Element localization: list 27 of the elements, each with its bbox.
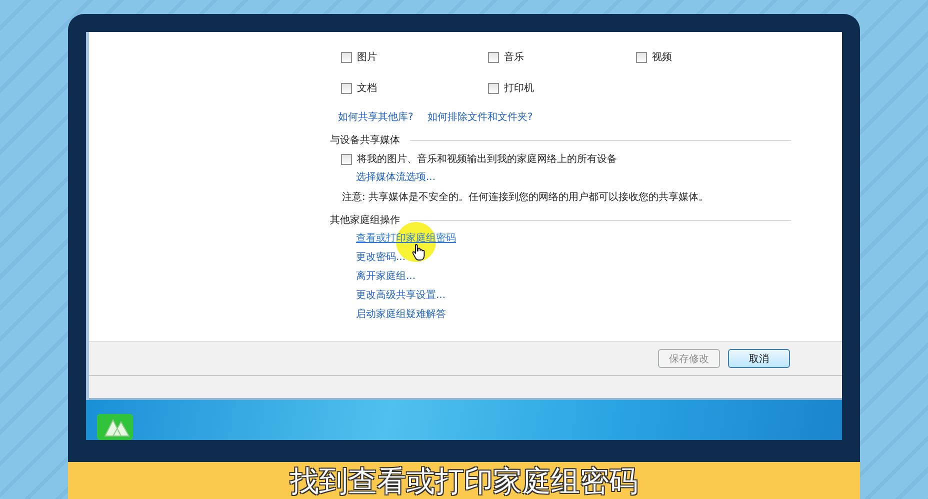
- checkbox-label: 将我的图片、音乐和视频输出到我的家庭网络上的所有设备: [357, 152, 617, 166]
- checkbox[interactable]: [341, 154, 352, 164]
- checkbox[interactable]: [341, 82, 352, 94]
- desktop-app-icon: [97, 414, 133, 440]
- checkbox-label: 音乐: [504, 50, 524, 64]
- homegroup-link[interactable]: 查看或打印家庭组密码: [356, 233, 456, 244]
- checkbox[interactable]: [636, 52, 647, 62]
- homegroup-link[interactable]: 更改密码...: [356, 252, 406, 263]
- dialog-button[interactable]: 取消: [728, 349, 790, 368]
- homegroup-link[interactable]: 启动家庭组疑难解答: [356, 309, 446, 320]
- warning-note: 注意: 共享媒体是不安全的。任何连接到您的网络的用户都可以接收您的共享媒体。: [341, 190, 710, 204]
- help-link[interactable]: 如何排除文件和文件夹?: [427, 110, 533, 124]
- help-link[interactable]: 如何共享其他库?: [338, 110, 414, 124]
- checkbox[interactable]: [341, 52, 352, 62]
- subtitle-caption: 找到查看或打印家庭组密码: [290, 463, 638, 499]
- section-heading: 其他家庭组操作: [330, 214, 400, 227]
- hand-cursor-icon: [412, 243, 426, 261]
- checkbox-label: 打印机: [504, 82, 534, 95]
- checkbox[interactable]: [488, 52, 499, 62]
- homegroup-link[interactable]: 更改高级共享设置...: [356, 290, 446, 301]
- checkbox-label: 文档: [357, 82, 377, 95]
- checkbox[interactable]: [488, 82, 499, 94]
- section-heading: 与设备共享媒体: [330, 134, 400, 147]
- checkbox-label: 视频: [652, 50, 672, 64]
- homegroup-link[interactable]: 离开家庭组...: [356, 271, 416, 282]
- checkbox-label: 图片: [357, 50, 377, 64]
- media-stream-link[interactable]: 选择媒体流选项...: [356, 172, 436, 183]
